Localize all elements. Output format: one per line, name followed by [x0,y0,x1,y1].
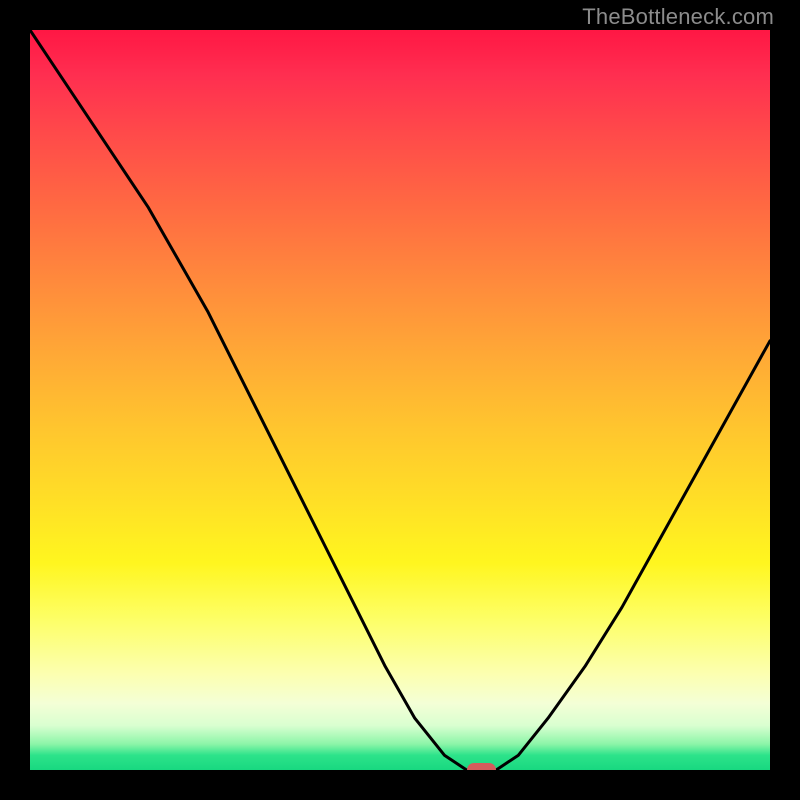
bottleneck-curve [30,30,770,770]
watermark-text: TheBottleneck.com [582,4,774,30]
chart-frame: TheBottleneck.com [0,0,800,800]
optimal-marker [467,763,497,770]
plot-area [30,30,770,770]
